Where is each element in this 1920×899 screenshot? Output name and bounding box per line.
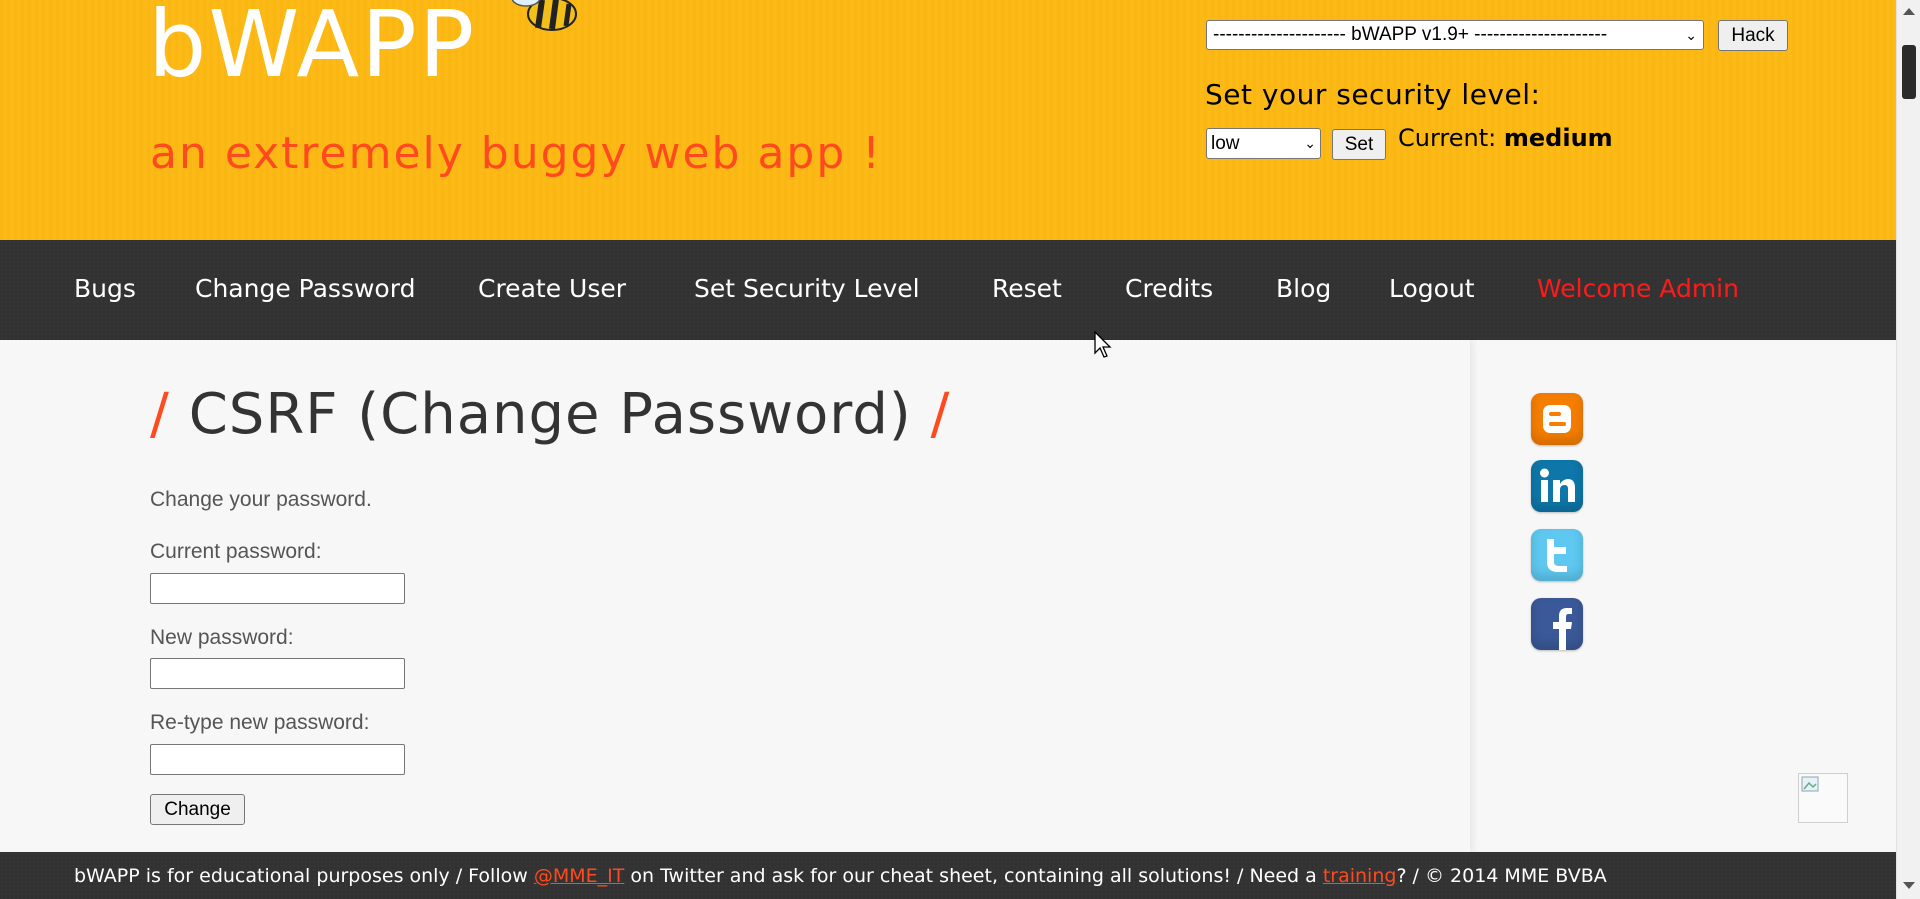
retype-password-input[interactable]: [150, 744, 405, 775]
chevron-down-icon: ⌄: [1685, 26, 1697, 43]
scroll-up-icon[interactable]: [1903, 8, 1915, 15]
new-password-label: New password:: [150, 626, 294, 649]
current-level: Current: medium: [1398, 124, 1613, 152]
footer-text-2: on Twitter and ask for our cheat sheet, …: [624, 865, 1323, 887]
nav-item-set-security-level[interactable]: Set Security Level: [694, 274, 920, 303]
nav-item-blog[interactable]: Blog: [1276, 274, 1331, 303]
chevron-down-icon: ⌄: [1304, 135, 1316, 151]
training-link[interactable]: training: [1323, 865, 1397, 887]
new-password-input[interactable]: [150, 658, 405, 689]
bug-select-value: --------------------- bWAPP v1.9+ ------…: [1213, 24, 1608, 45]
footer: bWAPP is for educational purposes only /…: [0, 852, 1896, 899]
linkedin-icon[interactable]: [1531, 460, 1583, 512]
content-panel: / CSRF (Change Password) / Change your p…: [0, 340, 1470, 852]
scroll-thumb[interactable]: [1902, 45, 1916, 99]
current-password-input[interactable]: [150, 573, 405, 604]
footer-text-1: bWAPP is for educational purposes only /…: [74, 865, 534, 887]
page-title: / CSRF (Change Password) /: [150, 382, 950, 447]
broken-image-icon: [1798, 773, 1848, 823]
facebook-icon[interactable]: [1531, 598, 1583, 650]
change-button[interactable]: Change: [150, 794, 245, 825]
footer-text: bWAPP is for educational purposes only /…: [74, 865, 1607, 887]
security-level-select[interactable]: low ⌄: [1206, 128, 1321, 159]
header: bWAPP an extremely buggy web app ! -----…: [0, 0, 1896, 240]
current-password-label: Current password:: [150, 540, 322, 563]
nav-item-reset[interactable]: Reset: [992, 274, 1062, 303]
title-slash-right: /: [930, 382, 951, 447]
twitter-icon[interactable]: [1531, 529, 1583, 581]
nav-item-bugs[interactable]: Bugs: [74, 274, 136, 303]
form-intro: Change your password.: [150, 488, 372, 511]
main-content: / CSRF (Change Password) / Change your p…: [0, 340, 1896, 852]
nav-item-create-user[interactable]: Create User: [478, 274, 626, 303]
scroll-down-icon[interactable]: [1903, 882, 1915, 889]
bee-icon: [512, 0, 577, 31]
set-button[interactable]: Set: [1332, 129, 1386, 160]
twitter-link[interactable]: @MME_IT: [534, 865, 625, 887]
nav-item-welcome[interactable]: Welcome Admin: [1537, 274, 1739, 303]
nav-item-logout[interactable]: Logout: [1389, 274, 1475, 303]
main-nav: Bugs Change Password Create User Set Sec…: [0, 240, 1896, 340]
current-level-prefix: Current:: [1398, 124, 1497, 152]
tagline: an extremely buggy web app !: [150, 128, 882, 179]
page-title-text: CSRF (Change Password): [188, 382, 912, 447]
bug-select[interactable]: --------------------- bWAPP v1.9+ ------…: [1206, 20, 1704, 50]
security-level-label: Set your security level:: [1205, 78, 1541, 111]
mouse-cursor-icon: [1094, 331, 1112, 358]
page: bWAPP an extremely buggy web app ! -----…: [0, 0, 1920, 899]
logo[interactable]: bWAPP: [148, 0, 476, 100]
security-level-value: low: [1211, 132, 1240, 154]
hack-button[interactable]: Hack: [1718, 20, 1788, 51]
blogger-icon[interactable]: [1531, 393, 1583, 445]
title-slash-left: /: [150, 382, 170, 447]
retype-password-label: Re-type new password:: [150, 711, 370, 734]
nav-item-change-password[interactable]: Change Password: [195, 274, 415, 303]
nav-item-credits[interactable]: Credits: [1125, 274, 1213, 303]
current-level-value: medium: [1503, 124, 1613, 152]
footer-text-3: ? / © 2014 MME BVBA: [1396, 865, 1607, 887]
vertical-scrollbar[interactable]: [1896, 0, 1920, 899]
